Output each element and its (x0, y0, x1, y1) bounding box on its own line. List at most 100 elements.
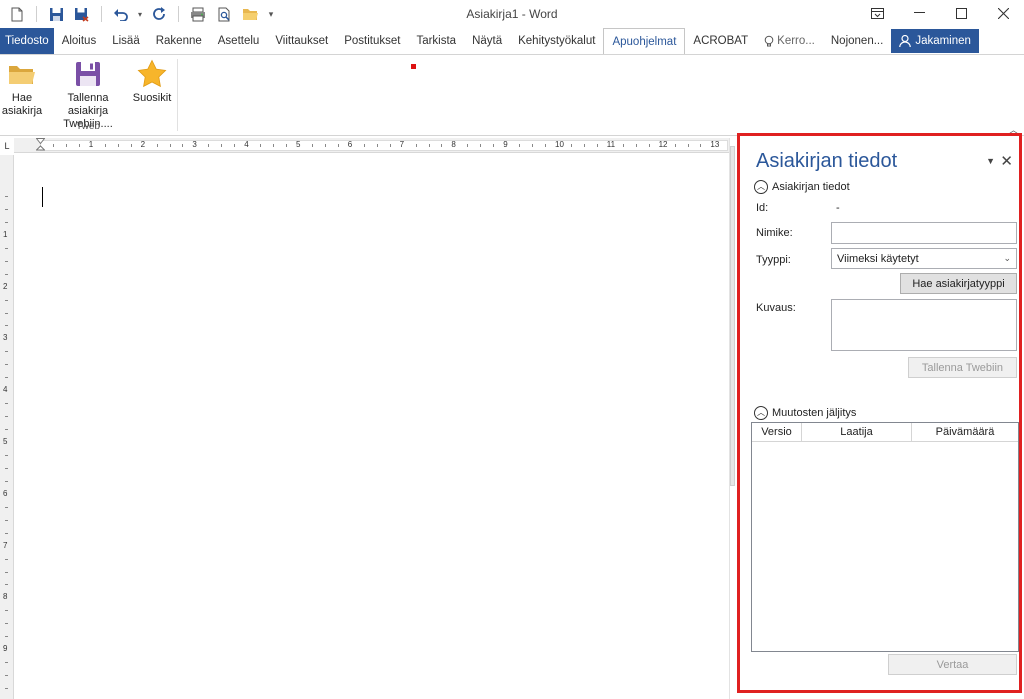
close-icon[interactable] (982, 0, 1024, 26)
ruler-tick (428, 144, 430, 147)
horizontal-ruler[interactable]: 1 2 3 4 5 6 7 8 9 10 11 12 13 (14, 138, 729, 153)
table-header: Versio Laatija Päivämäärä (752, 423, 1018, 442)
pane-options-icon[interactable]: ▼ (986, 156, 995, 166)
fetch-document-label-2: asiakirja (1, 105, 43, 117)
tab-add-ins[interactable]: Apuohjelmat (603, 28, 686, 54)
tab-selector[interactable]: L (0, 138, 14, 153)
tab-layout[interactable]: Asettelu (210, 28, 268, 54)
window-controls (856, 0, 1024, 26)
section-change-tracking-label: Muutosten jäljitys (772, 407, 857, 419)
collapse-chevron-icon[interactable]: ︿ (754, 406, 768, 420)
ruler-tick (5, 221, 8, 223)
compare-button[interactable]: Vertaa (888, 654, 1017, 675)
ruler-tick (78, 144, 80, 147)
indent-marker-icon[interactable] (36, 138, 45, 153)
document-page[interactable] (15, 155, 729, 699)
ruler-tick (65, 144, 67, 147)
ruler-tick (5, 662, 8, 664)
ruler-number: 7 (399, 140, 405, 149)
name-label: Nimike: (756, 227, 793, 239)
ruler-number: 5 (296, 140, 301, 149)
ruler-tick (5, 351, 8, 353)
ruler-tick (5, 519, 8, 521)
user-account[interactable]: Nojonen... (823, 28, 891, 54)
ruler-number: 6 (347, 140, 353, 149)
column-header-version[interactable]: Versio (752, 423, 802, 441)
description-textarea[interactable] (831, 299, 1017, 351)
ruler-tick (117, 144, 119, 147)
vertical-ruler[interactable]: 1 2 3 4 5 6 7 8 9 (0, 155, 14, 699)
ruler-tick (480, 144, 482, 147)
ruler-tick (687, 144, 689, 147)
share-button[interactable]: Jakaminen (891, 29, 979, 53)
ruler-tick (635, 144, 637, 147)
lightbulb-icon (764, 35, 774, 46)
ruler-tick (596, 144, 598, 147)
ribbon-tabs: Tiedosto Aloitus Lisää Rakenne Asettelu … (0, 28, 1024, 54)
ruler-tick (5, 506, 8, 508)
tab-home[interactable]: Aloitus (54, 28, 105, 54)
person-icon (899, 35, 912, 47)
ruler-number: 4 (244, 140, 249, 149)
ruler-tick (5, 610, 8, 612)
ruler-tick (5, 403, 8, 405)
tab-design[interactable]: Rakenne (148, 28, 210, 54)
ruler-tick (5, 429, 8, 431)
ruler-number: 3 (192, 140, 197, 149)
ruler-number: 5 (3, 437, 8, 446)
ruler-tick (273, 144, 275, 147)
ruler-tick (570, 144, 572, 147)
tab-mailings[interactable]: Postitukset (336, 28, 408, 54)
scrollbar-thumb[interactable] (730, 146, 735, 486)
ruler-tick (5, 364, 8, 366)
fetch-document-button[interactable]: Hae asiakirja (1, 59, 43, 118)
tab-view[interactable]: Näytä (464, 28, 510, 54)
tab-acrobat[interactable]: ACROBAT (685, 28, 756, 54)
ruler-number: 2 (140, 140, 146, 149)
close-pane-icon[interactable]: ✕ (1000, 152, 1013, 170)
version-history-table[interactable]: Versio Laatija Päivämäärä (751, 422, 1019, 652)
star-icon (137, 59, 167, 89)
ruler-number: 12 (658, 140, 668, 149)
ruler-tick (700, 144, 702, 147)
tab-file[interactable]: Tiedosto (0, 28, 54, 54)
tab-review[interactable]: Tarkista (408, 28, 464, 54)
tab-references[interactable]: Viittaukset (267, 28, 336, 54)
collapse-chevron-icon[interactable]: ︿ (754, 180, 768, 194)
name-input[interactable] (831, 222, 1017, 244)
description-label: Kuvaus: (756, 302, 796, 314)
search-document-type-button[interactable]: Hae asiakirjatyyppi (900, 273, 1017, 294)
tab-insert[interactable]: Lisää (104, 28, 148, 54)
ruler-tick (493, 144, 495, 147)
minimize-icon[interactable] (898, 0, 940, 26)
ruler-tick (519, 144, 521, 147)
ruler-tick (337, 144, 339, 147)
ruler-tick (5, 377, 8, 379)
maximize-icon[interactable] (940, 0, 982, 26)
ruler-number: 11 (606, 140, 616, 149)
section-change-tracking-header[interactable]: ︿ Muutosten jäljitys (754, 406, 856, 420)
ruler-number: 2 (3, 281, 8, 291)
tell-me-box[interactable]: Kerro... (756, 28, 823, 54)
favorites-button[interactable]: Suosikit (132, 59, 172, 105)
ruler-tick (5, 299, 8, 301)
ruler-tick (5, 467, 8, 469)
ruler-tick (286, 144, 288, 147)
ruler-tick (221, 144, 223, 147)
save-to-tweb-pane-button[interactable]: Tallenna Twebiin (908, 357, 1017, 378)
text-cursor (42, 187, 43, 207)
ruler-number: 8 (3, 592, 8, 602)
ruler-tick (389, 144, 391, 147)
ruler-number: 10 (555, 140, 564, 149)
type-select[interactable]: Viimeksi käytetyt ⌄ (831, 248, 1017, 269)
ribbon-display-options-icon[interactable] (856, 0, 898, 26)
column-header-author[interactable]: Laatija (802, 423, 912, 441)
section-document-info-header[interactable]: ︿ Asiakirjan tiedot (754, 180, 850, 194)
ruler-tick (52, 144, 54, 147)
document-info-pane: Asiakirjan tiedot ▼ ✕ ︿ Asiakirjan tiedo… (737, 133, 1022, 693)
column-header-date[interactable]: Päivämäärä (912, 423, 1018, 441)
save-to-tweb-label-1: Tallenna asiakirja (67, 92, 109, 117)
ruler-tick (5, 584, 8, 586)
tab-developer[interactable]: Kehitystyökalut (510, 28, 603, 54)
vertical-scrollbar[interactable] (729, 138, 735, 699)
